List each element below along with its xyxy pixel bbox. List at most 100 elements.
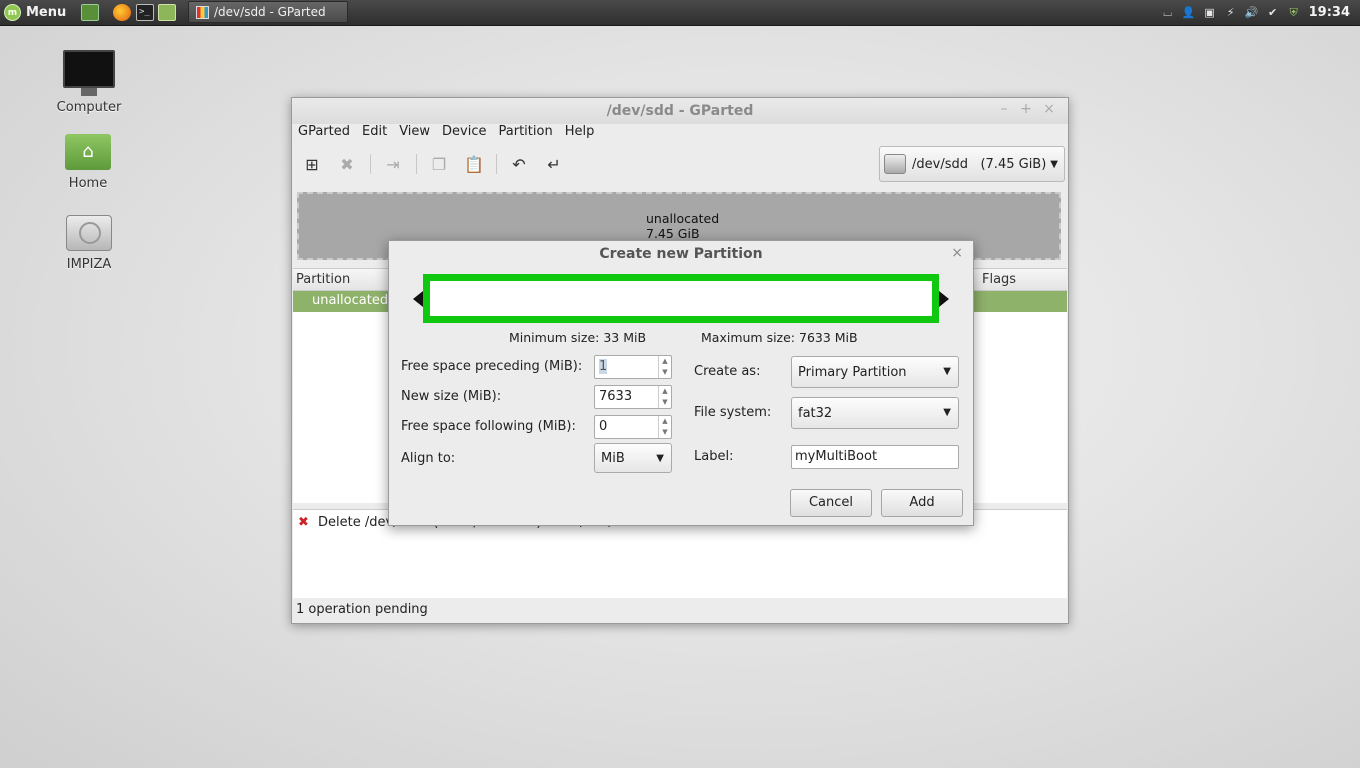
home-folder-icon: ⌂: [65, 134, 111, 170]
linux-mint-logo-icon: m: [4, 4, 21, 21]
resize-move-icon[interactable]: ⇥: [380, 152, 406, 176]
label-input[interactable]: myMultiBoot: [791, 445, 959, 469]
update-manager-icon[interactable]: ✔: [1267, 6, 1279, 19]
device-selector[interactable]: /dev/sdd (7.45 GiB) ▼: [879, 146, 1065, 182]
main-menu-button[interactable]: m Menu: [4, 2, 66, 23]
taskbar-gparted-button[interactable]: /dev/sdd - GParted: [188, 1, 348, 23]
disk-map-partition: unallocated: [646, 211, 720, 226]
desktop-icon-impiza[interactable]: IMPIZA: [44, 215, 134, 272]
spinner-arrows-icon[interactable]: ▲ ▼: [658, 386, 671, 408]
desktop-icon-computer[interactable]: Computer: [44, 50, 134, 115]
taskbar-gparted-label: /dev/sdd - GParted: [214, 5, 326, 19]
menubar: GParted Edit View Device Partition Help: [292, 124, 600, 144]
new-size-spinner[interactable]: 7633 ▲ ▼: [594, 385, 672, 409]
minimum-size-text: Minimum size: 33 MiB: [509, 330, 647, 345]
menu-partition[interactable]: Partition: [493, 124, 559, 144]
create-as-label: Create as:: [694, 364, 761, 379]
desktop-icon-label: Computer: [56, 100, 122, 115]
gparted-app-icon: [196, 5, 209, 19]
column-partition[interactable]: Partition: [296, 272, 350, 287]
delete-icon[interactable]: ✖: [334, 152, 360, 176]
drive-icon: [66, 215, 112, 251]
clipboard-icon[interactable]: ▣: [1204, 6, 1216, 19]
user-icon[interactable]: 👤: [1182, 6, 1196, 19]
device-name: /dev/sdd: [912, 156, 968, 172]
menu-device[interactable]: Device: [436, 124, 492, 144]
top-panel: m Menu >_ /dev/sdd - GParted ⌴ 👤 ▣ ⚡ 🔊 ✔…: [0, 0, 1360, 26]
system-tray: ⌴ 👤 ▣ ⚡ 🔊 ✔ ⛨ 19:34: [1162, 0, 1360, 25]
toolbar-separator: [496, 154, 497, 174]
new-partition-icon[interactable]: ⊞: [299, 152, 325, 176]
label-field-label: Label:: [694, 449, 734, 464]
firefox-launcher-icon[interactable]: [113, 4, 131, 21]
maximum-size-text: Maximum size: 7633 MiB: [701, 330, 858, 345]
apply-icon[interactable]: ↵: [541, 152, 567, 176]
desktop-icon-label: IMPIZA: [66, 257, 112, 272]
chevron-down-icon: ▼: [943, 407, 951, 418]
spinner-arrows-icon[interactable]: ▲ ▼: [658, 356, 671, 378]
following-label: Free space following (MiB):: [401, 419, 576, 434]
spinner-arrows-icon[interactable]: ▲ ▼: [658, 416, 671, 438]
create-as-value: Primary Partition: [798, 364, 907, 380]
volume-icon[interactable]: 🔊: [1245, 6, 1259, 19]
file-manager-launcher-icon[interactable]: [81, 4, 99, 21]
desktop-icon-home[interactable]: ⌂ Home: [43, 134, 133, 191]
menu-gparted[interactable]: GParted: [292, 124, 356, 144]
column-flags[interactable]: Flags: [982, 272, 1016, 287]
copy-icon[interactable]: ❐: [426, 152, 452, 176]
delete-operation-icon: ✖: [298, 515, 309, 530]
maximize-icon[interactable]: +: [1018, 101, 1034, 117]
network-icon[interactable]: ⚡: [1225, 6, 1237, 19]
filesystem-select[interactable]: fat32 ▼: [791, 397, 959, 429]
dialog-close-icon[interactable]: ×: [951, 245, 963, 261]
partition-size-bar[interactable]: [423, 274, 939, 323]
shield-icon[interactable]: ⛨: [1288, 6, 1300, 19]
add-button[interactable]: Add: [881, 489, 963, 517]
menu-view[interactable]: View: [393, 124, 436, 144]
status-bar: 1 operation pending: [296, 602, 428, 617]
toolbar-separator: [370, 154, 371, 174]
following-spinner[interactable]: 0 ▲ ▼: [594, 415, 672, 439]
chevron-down-icon: ▼: [1050, 158, 1058, 170]
device-size: (7.45 GiB): [980, 156, 1047, 172]
disk-icon: [884, 154, 906, 174]
disk-map-size: 7.45 GiB: [646, 226, 700, 241]
terminal-launcher-icon[interactable]: >_: [136, 4, 154, 21]
create-partition-dialog: Create new Partition × Minimum size: 33 …: [388, 240, 974, 526]
preceding-value[interactable]: 1: [599, 359, 608, 374]
filesystem-value: fat32: [798, 405, 833, 421]
dialog-title: Create new Partition: [599, 246, 763, 262]
chevron-down-icon: ▼: [656, 453, 664, 464]
clock[interactable]: 19:34: [1309, 5, 1350, 20]
row-partition-cell: unallocated: [312, 293, 389, 308]
new-size-value[interactable]: 7633: [599, 389, 632, 404]
menu-label: Menu: [26, 5, 67, 20]
chevron-down-icon: ▼: [943, 366, 951, 377]
align-value: MiB: [601, 450, 625, 466]
desktop-icon-label: Home: [68, 176, 108, 191]
align-select[interactable]: MiB ▼: [594, 443, 672, 473]
undo-icon[interactable]: ↶: [506, 152, 532, 176]
new-size-label: New size (MiB):: [401, 389, 502, 404]
preceding-spinner[interactable]: 1 ▲ ▼: [594, 355, 672, 379]
create-as-select[interactable]: Primary Partition ▼: [791, 356, 959, 388]
window-title: /dev/sdd - GParted: [606, 103, 754, 119]
disk-map-label: unallocated 7.45 GiB: [646, 211, 719, 241]
align-label: Align to:: [401, 451, 456, 466]
toolbar-separator: [416, 154, 417, 174]
computer-icon: [63, 50, 115, 96]
menu-help[interactable]: Help: [559, 124, 601, 144]
close-icon[interactable]: ×: [1041, 101, 1057, 117]
paste-icon[interactable]: 📋: [461, 152, 487, 176]
folder-launcher-icon[interactable]: [158, 4, 176, 21]
minimize-icon[interactable]: –: [996, 101, 1012, 117]
cancel-button[interactable]: Cancel: [790, 489, 872, 517]
preceding-label: Free space preceding (MiB):: [401, 359, 583, 374]
following-value[interactable]: 0: [599, 419, 607, 434]
show-desktop-icon[interactable]: ⌴: [1162, 6, 1174, 19]
resize-handle-right-icon[interactable]: [939, 291, 949, 307]
window-titlebar[interactable]: /dev/sdd - GParted – + ×: [292, 98, 1068, 124]
menu-edit[interactable]: Edit: [356, 124, 393, 144]
filesystem-label: File system:: [694, 405, 772, 420]
resize-handle-left-icon[interactable]: [413, 291, 423, 307]
